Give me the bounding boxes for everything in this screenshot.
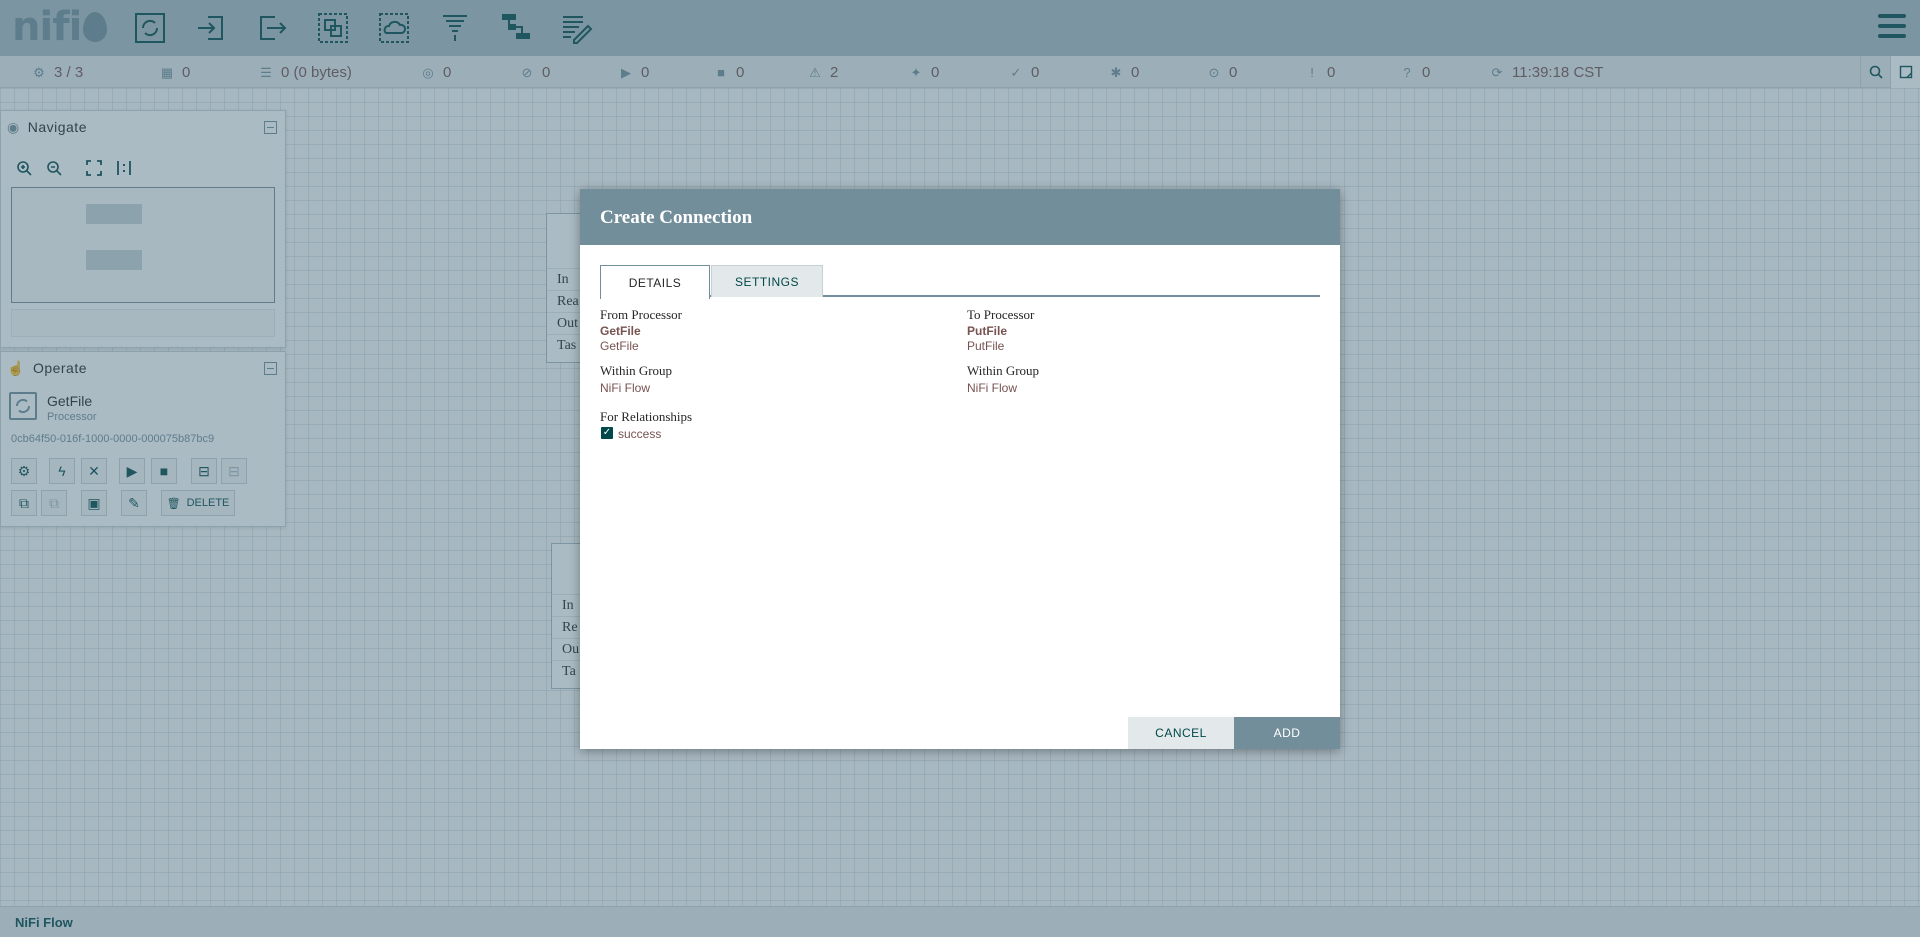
to-processor-type: PutFile xyxy=(967,339,1005,353)
from-processor-type: GetFile xyxy=(600,339,639,353)
tab-settings[interactable]: SETTINGS xyxy=(711,265,823,297)
from-processor-name: GetFile xyxy=(600,324,641,338)
to-group-value: NiFi Flow xyxy=(967,381,1017,395)
dialog-tabs: DETAILS SETTINGS xyxy=(600,265,1320,299)
to-processor-name: PutFile xyxy=(967,324,1008,338)
success-relationship-label[interactable]: success xyxy=(618,427,661,441)
cancel-button[interactable]: CANCEL xyxy=(1128,717,1234,749)
from-group-value: NiFi Flow xyxy=(600,381,650,395)
create-connection-dialog: Create Connection DETAILS SETTINGS From … xyxy=(580,189,1340,749)
success-checkbox[interactable]: ✓ xyxy=(601,427,613,439)
to-processor-label: To Processor xyxy=(967,307,1035,322)
relationships-label: For Relationships xyxy=(600,409,693,424)
from-processor-label: From Processor xyxy=(600,307,682,322)
add-button[interactable]: ADD xyxy=(1234,717,1340,749)
from-group-label: Within Group xyxy=(600,363,673,378)
tab-details[interactable]: DETAILS xyxy=(600,265,710,299)
dialog-title: Create Connection xyxy=(580,189,1340,245)
to-group-label: Within Group xyxy=(967,363,1040,378)
